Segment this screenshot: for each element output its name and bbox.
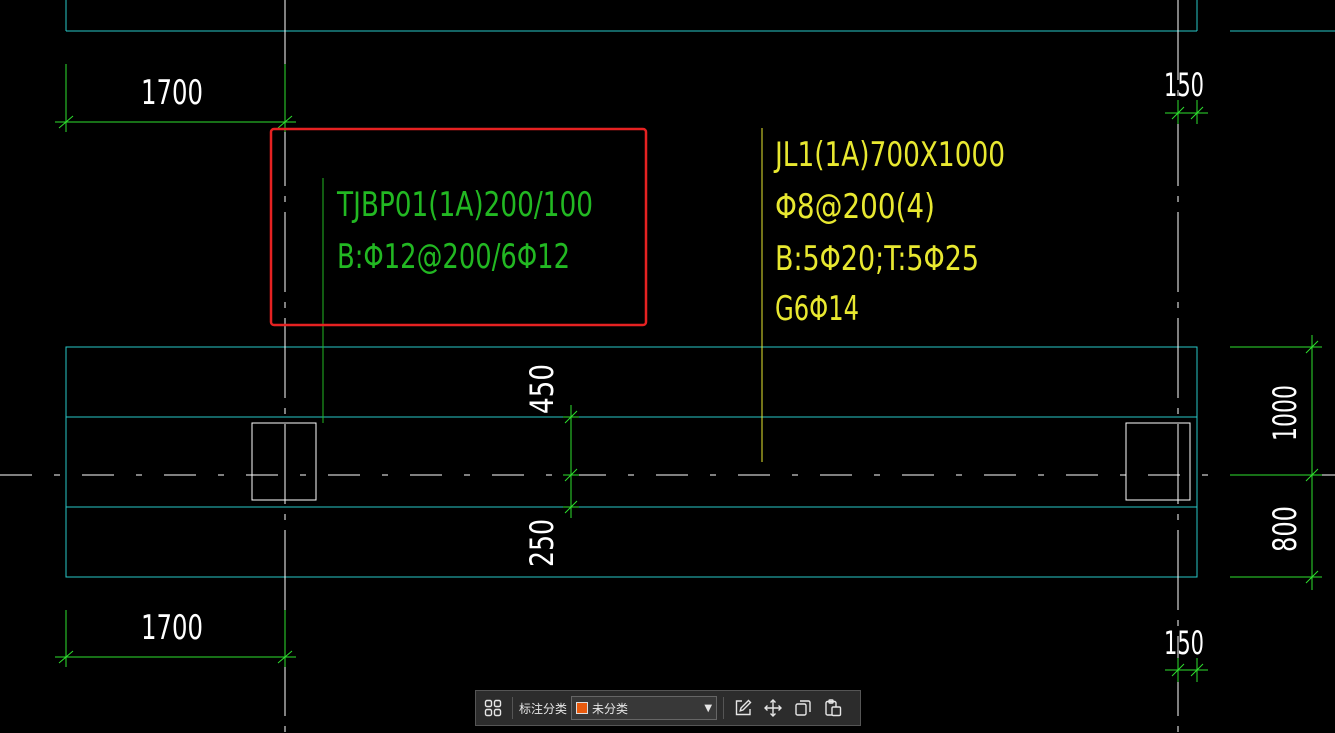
four-squares-icon[interactable] [480, 695, 506, 721]
category-selected-value: 未分类 [592, 701, 629, 716]
dim-right-upper[interactable]: 1000 [1266, 385, 1304, 441]
column-right [1125, 422, 1191, 501]
toolbar-divider [723, 697, 725, 719]
move-icon[interactable] [760, 695, 786, 721]
edit-icon[interactable] [730, 695, 756, 721]
copy-icon[interactable] [790, 695, 816, 721]
dim-top-left[interactable]: 1700 [141, 73, 203, 113]
jl-label-line2[interactable]: Φ8@200(4) [775, 187, 935, 227]
dim-vertical-lower[interactable]: 250 [523, 519, 561, 567]
upper-footing-outline [65, 0, 1335, 32]
tjbp-label-line2[interactable]: B:Φ12@200/6Φ12 [337, 237, 570, 277]
chevron-down-icon: ▼ [704, 702, 713, 714]
category-select[interactable]: 未分类 ▼ [571, 696, 718, 720]
paste-icon[interactable] [820, 695, 846, 721]
strip-footing-outline [65, 346, 1198, 578]
column-markers [251, 422, 1191, 501]
category-label: 标注分类 [519, 701, 568, 716]
tjbp-label-line1[interactable]: TJBP01(1A)200/100 [336, 185, 593, 225]
dim-top-right[interactable]: 150 [1164, 66, 1204, 104]
jl-label-line4[interactable]: G6Φ14 [775, 289, 859, 329]
cad-drawing-canvas[interactable]: 1700 1700 150 150 450 250 1000 800 TJBP0… [0, 0, 1335, 733]
dimension-lines [55, 64, 1322, 682]
category-color-swatch [576, 702, 589, 714]
annotation-toolbar: 标注分类 未分类 ▼ [475, 690, 861, 726]
jl-label-line3[interactable]: B:5Φ20;T:5Φ25 [775, 239, 979, 279]
column-left [251, 422, 317, 501]
dim-bottom-left[interactable]: 1700 [141, 608, 203, 648]
dim-vertical-upper[interactable]: 450 [523, 364, 561, 414]
dim-right-lower[interactable]: 800 [1266, 506, 1304, 552]
selection-highlight-box [269, 127, 648, 327]
jl-label-line1[interactable]: JL1(1A)700X1000 [773, 135, 1005, 175]
dim-bottom-right[interactable]: 150 [1164, 624, 1204, 662]
toolbar-divider [512, 697, 513, 719]
